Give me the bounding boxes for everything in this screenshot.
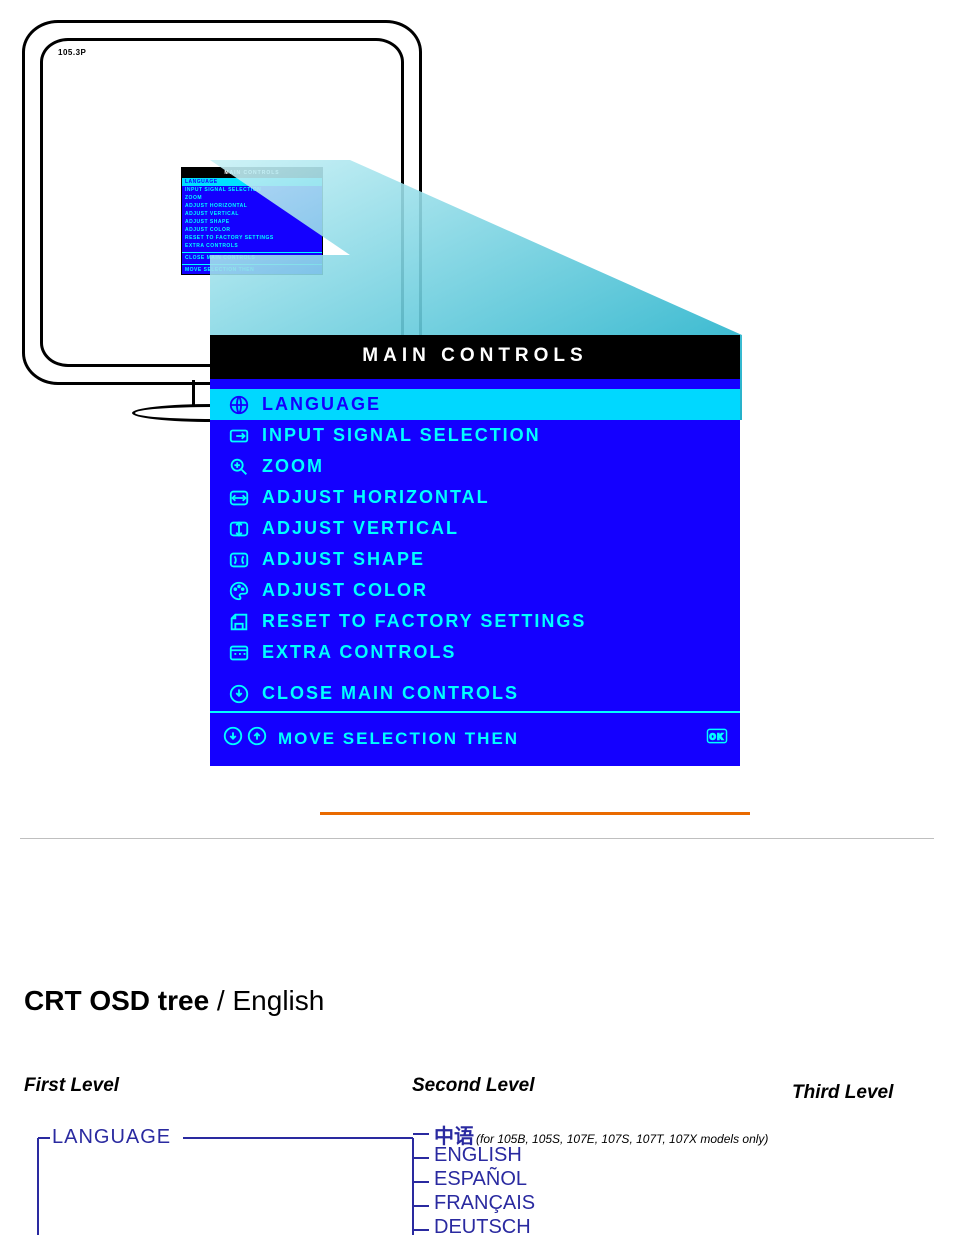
osd-mini-item: LANGUAGE	[182, 178, 322, 186]
globe-icon	[222, 394, 256, 416]
osd-item-label: ADJUST SHAPE	[256, 549, 425, 570]
tree-title-bold: CRT OSD tree	[24, 985, 209, 1016]
tree-item-label: DEUTSCH	[434, 1216, 531, 1235]
level-1-heading: First Level	[24, 1075, 119, 1097]
osd-item-label: ADJUST COLOR	[256, 580, 428, 601]
close-icon	[222, 683, 256, 705]
grey-divider	[20, 838, 934, 839]
tree-second-level-item: ESPAÑOL	[434, 1168, 768, 1192]
osd-mini-item: ADJUST VERTICAL	[182, 210, 322, 218]
tree-second-level-item: DEUTSCH	[434, 1216, 768, 1235]
osd-mini-item: INPUT SIGNAL SELECTION	[182, 186, 322, 194]
osd-item-zoom[interactable]: ZOOM	[210, 451, 740, 482]
osd-mini-footer: MOVE SELECTION THEN	[182, 264, 322, 274]
osd-item-label: ADJUST VERTICAL	[256, 518, 459, 539]
osd-item-label: ADJUST HORIZONTAL	[256, 487, 490, 508]
tree-title-rest: / English	[209, 985, 324, 1016]
osd-item-label: ZOOM	[256, 456, 324, 477]
shape-icon	[222, 549, 256, 571]
vertical-icon	[222, 518, 256, 540]
monitor-model-label: 105.3P	[58, 48, 86, 57]
color-icon	[222, 580, 256, 602]
osd-item-reset[interactable]: RESET TO FACTORY SETTINGS	[210, 606, 740, 637]
osd-item-adjust-shape[interactable]: ADJUST SHAPE	[210, 544, 740, 575]
tree-item-label: ESPAÑOL	[434, 1168, 527, 1191]
osd-item-adjust-vertical[interactable]: ADJUST VERTICAL	[210, 513, 740, 544]
level-2-heading: Second Level	[412, 1075, 535, 1097]
osd-item-label: INPUT SIGNAL SELECTION	[256, 425, 541, 446]
zoom-icon	[222, 456, 256, 478]
arrow-down-icon	[222, 725, 244, 752]
tree-first-level-item: LANGUAGE	[52, 1126, 171, 1149]
osd-item-input-signal[interactable]: INPUT SIGNAL SELECTION	[210, 420, 740, 451]
osd-mini-item: EXTRA CONTROLS	[182, 242, 322, 250]
osd-item-label: CLOSE MAIN CONTROLS	[256, 683, 519, 704]
osd-item-label: LANGUAGE	[256, 394, 381, 415]
horizontal-icon	[222, 487, 256, 509]
osd-item-language[interactable]: LANGUAGE	[210, 389, 740, 420]
osd-item-extra-controls[interactable]: EXTRA CONTROLS	[210, 637, 740, 668]
tree-item-label: ENGLISH	[434, 1144, 522, 1167]
osd-mini-item: CLOSE MAIN CONTROLS	[182, 252, 322, 262]
osd-mini-item: ADJUST SHAPE	[182, 218, 322, 226]
osd-item-label: RESET TO FACTORY SETTINGS	[256, 611, 586, 632]
osd-item-label: EXTRA CONTROLS	[256, 642, 456, 663]
osd-mini-item: ADJUST COLOR	[182, 226, 322, 234]
osd-footer: MOVE SELECTION THEN OK	[210, 711, 740, 766]
tree-second-level-item: FRANÇAIS	[434, 1192, 768, 1216]
osd-mini-title: MAIN CONTROLS	[182, 168, 322, 178]
osd-main-controls: MAIN CONTROLS LANGUAGE INPUT SIGNAL SELE…	[210, 335, 740, 766]
osd-mini-item: ADJUST HORIZONTAL	[182, 202, 322, 210]
extra-icon	[222, 642, 256, 664]
tree-second-level-item: ENGLISH	[434, 1144, 768, 1168]
osd-title: MAIN CONTROLS	[210, 335, 740, 379]
osd-footer-text: MOVE SELECTION THEN	[278, 729, 519, 749]
orange-divider	[320, 812, 750, 815]
osd-item-close[interactable]: CLOSE MAIN CONTROLS	[210, 678, 740, 709]
level-3-heading: Third Level	[792, 1082, 893, 1104]
osd-mini: MAIN CONTROLS LANGUAGE INPUT SIGNAL SELE…	[182, 168, 322, 274]
tree-item-label: FRANÇAIS	[434, 1192, 535, 1215]
arrow-up-icon	[246, 725, 268, 752]
tree-second-level-item: 中语 (for 105B, 105S, 107E, 107S, 107T, 10…	[434, 1120, 768, 1144]
osd-mini-item: ZOOM	[182, 194, 322, 202]
osd-item-adjust-color[interactable]: ADJUST COLOR	[210, 575, 740, 606]
osd-mini-item: RESET TO FACTORY SETTINGS	[182, 234, 322, 242]
ok-icon: OK	[706, 725, 728, 752]
osd-item-adjust-horizontal[interactable]: ADJUST HORIZONTAL	[210, 482, 740, 513]
input-icon	[222, 425, 256, 447]
reset-icon	[222, 611, 256, 633]
tree-section-title: CRT OSD tree / English	[24, 985, 324, 1017]
svg-text:OK: OK	[709, 733, 724, 742]
